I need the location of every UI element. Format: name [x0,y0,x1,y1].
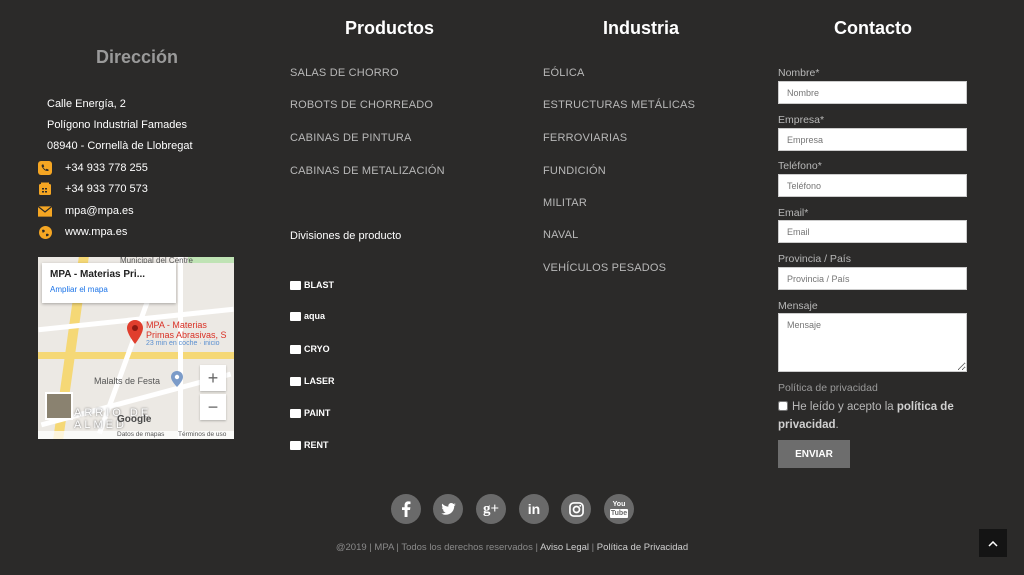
division-logo-laser[interactable]: LASER [290,376,335,386]
provincia-input[interactable] [778,267,967,290]
phone-row[interactable]: +34 933 778 255 [38,161,148,175]
address-line-street: Calle Energía, 2 [47,98,126,110]
map-terms-link[interactable]: Términos de uso [178,431,226,438]
spray-gun-icon [290,408,301,418]
heading-industria: Industria [603,18,680,38]
map-marker-label: MPA - Materias [146,320,207,330]
phone-number: +34 933 778 255 [65,162,148,174]
website-url: www.mpa.es [65,226,128,238]
map-place-card: MPA - Materias Pri... Ampliar el mapa [42,263,176,303]
privacy-text: He leído y acepto la [792,401,894,413]
drop-icon [290,311,301,321]
mensaje-textarea[interactable] [778,313,967,372]
industria-link-militar[interactable]: MILITAR [543,197,587,209]
map-zoom-in-button[interactable]: + [200,365,226,391]
division-name: CRYO [304,344,330,354]
nombre-input[interactable] [778,81,967,104]
division-name: PAINT [304,408,331,418]
twitter-icon[interactable] [433,494,463,524]
division-logo-blast[interactable]: BLAST [290,280,334,290]
privacy-title: Política de privacidad [778,382,878,394]
web-row[interactable]: www.mpa.es [38,225,127,239]
laser-icon [290,376,301,386]
envelope-icon [38,204,52,218]
address-line-area: Polígono Industrial Famades [47,119,188,131]
industria-link-naval[interactable]: NAVAL [543,229,578,241]
map-zoom-out-button[interactable]: − [200,394,226,420]
map-poi-icon [171,371,183,392]
heading-productos: Productos [345,18,435,38]
division-logo-rent[interactable]: RENT [290,440,329,450]
division-name: RENT [304,440,329,450]
division-name: aqua [304,311,326,321]
map-street-label-2: Malalts de Festa [94,376,161,386]
productos-link-pintura[interactable]: CABINAS DE PINTURA [290,132,412,144]
send-button[interactable]: ENVIAR [778,440,850,468]
divisions-heading: Divisiones de producto [290,230,402,242]
instagram-icon[interactable] [561,494,591,524]
industria-link-estructuras[interactable]: ESTRUCTURAS METÁLICAS [543,99,695,111]
industria-link-eolica[interactable]: EÓLICA [543,67,585,79]
snowflake-icon [290,344,301,354]
nombre-label: Nombre* [778,67,820,79]
email-label: Email* [778,207,809,219]
linkedin-icon[interactable]: in [519,494,549,524]
map-marker-icon[interactable] [127,320,143,349]
location-map[interactable]: Municipal del Centre MPA - Materias Pri.… [38,257,234,439]
division-logo-paint[interactable]: PAINT [290,408,330,418]
email-row[interactable]: mpa@mpa.es [38,204,134,218]
industria-link-ferroviarias[interactable]: FERROVIARIAS [543,132,627,144]
google-logo: Google [117,414,152,425]
privacy-end: . [835,419,839,431]
facebook-icon[interactable] [391,494,421,524]
fax-row[interactable]: +34 933 770 573 [38,182,148,196]
map-marker-label-2: Primas Abrasivas, S [146,330,227,340]
aviso-legal-link[interactable]: Aviso Legal [540,542,589,553]
map-place-title: MPA - Materias Pri... [50,269,146,280]
heading-contacto: Contacto [834,18,912,38]
email-input[interactable] [778,220,967,243]
fax-icon [38,182,52,196]
empresa-input[interactable] [778,128,967,151]
copyright-text: @2019 | MPA | Todos los derechos reserva… [335,542,538,553]
telefono-label: Teléfono* [778,160,822,172]
privacy-consent: He leído y acepto la política de privaci… [778,398,978,434]
division-logo-aqua[interactable]: aqua [290,311,325,321]
empresa-label: Empresa* [778,114,825,126]
privacy-checkbox[interactable] [778,401,788,411]
globe-icon [38,225,52,239]
provincia-label: Provincia / País [778,253,851,265]
productos-link-salas[interactable]: SALAS DE CHORRO [290,67,399,79]
map-route-hint: 23 min en coche · inicio [146,340,220,347]
division-name: BLAST [304,280,334,290]
map-data-credit: Datos de mapas [117,431,165,438]
rent-icon [290,440,301,450]
productos-link-robots[interactable]: ROBOTS DE CHORREADO [290,99,433,111]
map-enlarge-link[interactable]: Ampliar el mapa [50,285,168,294]
division-name: LASER [304,376,335,386]
fax-number: +34 933 770 573 [65,183,148,195]
google-plus-icon[interactable]: g+ [476,494,506,524]
back-to-top-button[interactable] [979,529,1007,557]
address-line-city: 08940 - Cornellà de Llobregat [47,140,193,152]
industria-link-fundicion[interactable]: FUNDICIÓN [543,165,606,177]
heading-direccion: Dirección [96,47,179,67]
chevron-up-icon [988,534,998,552]
blast-icon [290,280,301,290]
footer-separator: | [591,542,595,553]
division-logo-cryo[interactable]: CRYO [290,344,330,354]
youtube-icon[interactable]: You Tube [604,494,634,524]
privacy-policy-footer-link[interactable]: Política de Privacidad [597,542,688,553]
industria-link-vehiculos[interactable]: VEHÍCULOS PESADOS [543,262,666,274]
telefono-input[interactable] [778,174,967,197]
footer-bar: @2019 | MPA | Todos los derechos reserva… [0,542,1024,553]
productos-link-metalizacion[interactable]: CABINAS DE METALIZACIÓN [290,165,445,177]
map-satellite-thumb[interactable] [45,392,73,420]
phone-icon [38,161,52,175]
mensaje-label: Mensaje [778,300,818,312]
email-address: mpa@mpa.es [65,205,134,217]
